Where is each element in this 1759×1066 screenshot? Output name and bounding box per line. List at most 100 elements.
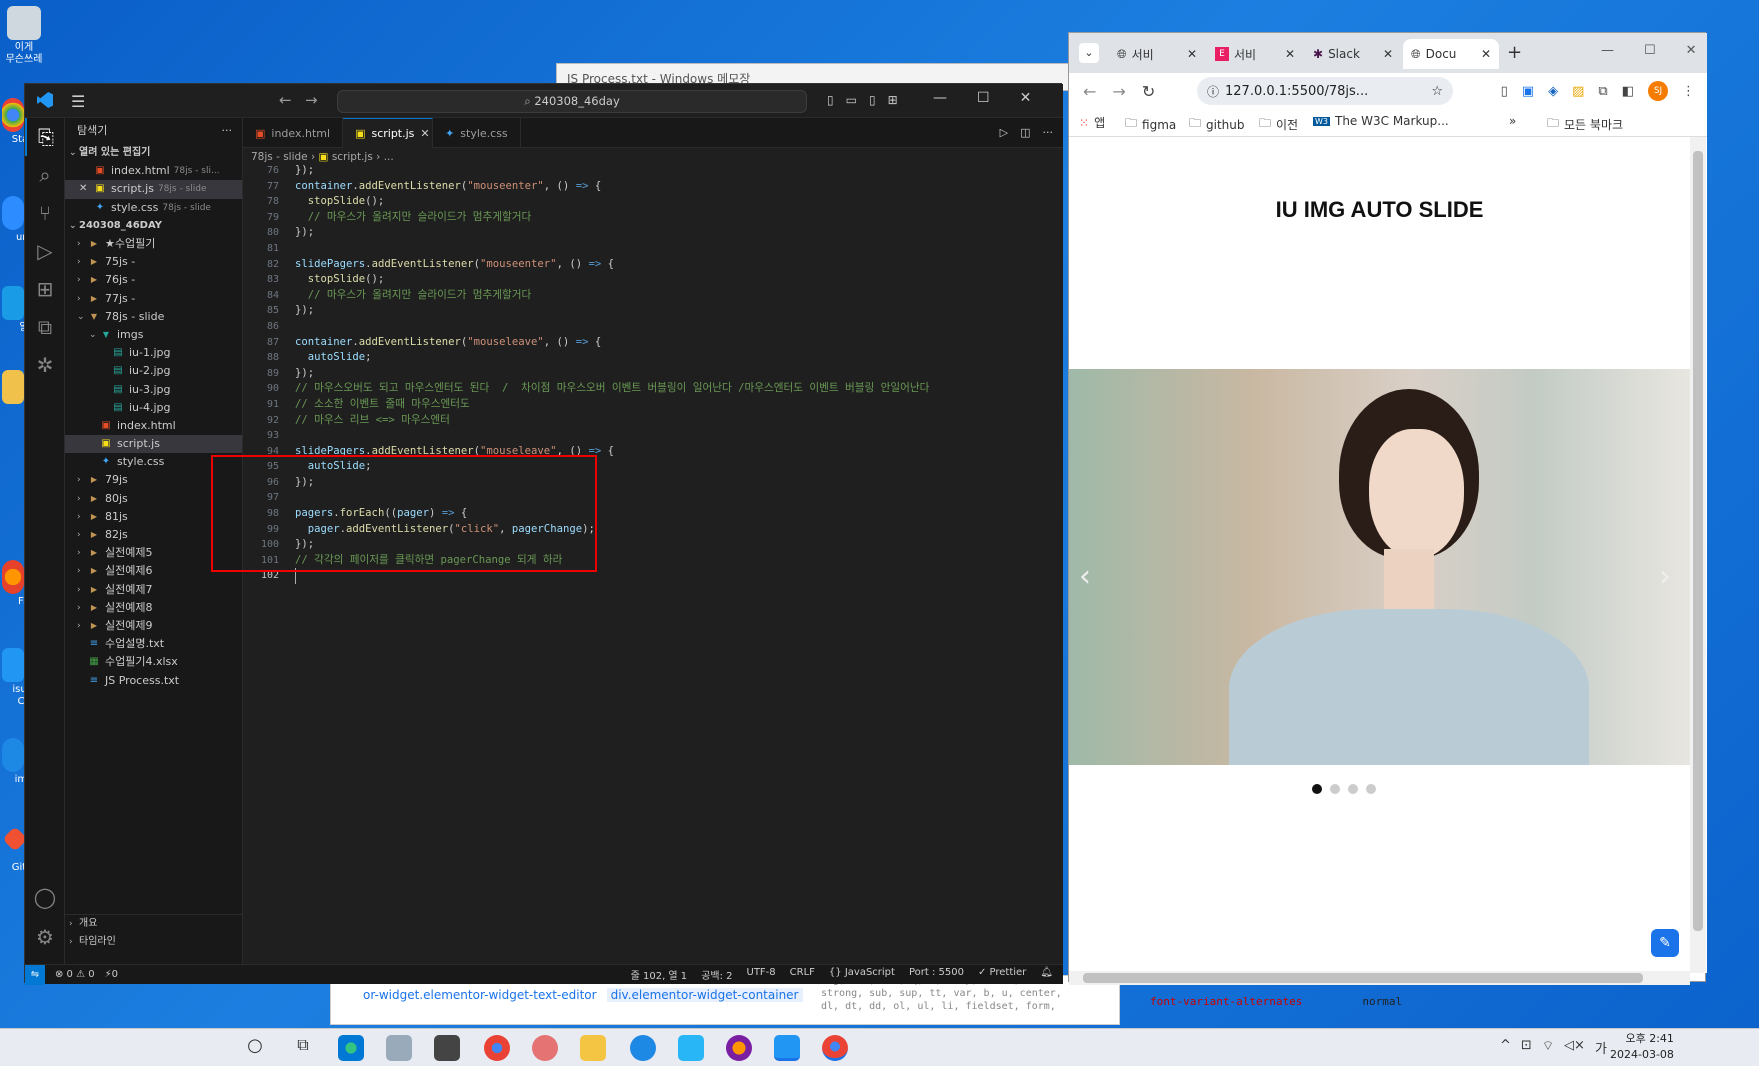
slide-pager-dot[interactable] (1348, 784, 1358, 794)
toggle-panel-icon[interactable]: ▭ (846, 93, 857, 107)
problems-indicator[interactable]: ⊗ 0 ⚠ 0 (55, 969, 95, 980)
remote-explorer-icon[interactable]: ⧉ (25, 308, 65, 346)
file-tree-item[interactable]: ⌄ ▼ imgs (65, 326, 242, 344)
bookmark-folder[interactable]: 🗀︎ figma (1125, 114, 1176, 135)
bookmark-folder[interactable]: 🗀︎ 이전 (1259, 114, 1298, 135)
vscode-taskbar-icon[interactable] (774, 1035, 800, 1061)
scrollbar-thumb[interactable] (1693, 151, 1703, 931)
maximize-button[interactable]: ☐ (1644, 43, 1656, 58)
open-editor-item[interactable]: ▣ index.html 78js - sli... (65, 162, 242, 180)
volume-icon[interactable]: ◁× (1564, 1038, 1585, 1057)
mail-icon[interactable] (434, 1035, 460, 1061)
file-tree-item[interactable]: › ▶ ★수업필기 (65, 235, 242, 253)
copilot-icon[interactable]: ✲ (25, 346, 65, 384)
run-icon[interactable]: ▷ (1000, 126, 1008, 139)
bookmark-apps[interactable]: ⁙ 앱 (1079, 114, 1105, 131)
search-view-icon[interactable]: ⌕ (25, 156, 65, 194)
prettier-status[interactable]: ✓ Prettier (978, 967, 1026, 982)
ie-icon[interactable] (630, 1035, 656, 1061)
side-panel-icon[interactable]: ◧ (1622, 84, 1634, 99)
forward-icon[interactable]: → (1112, 82, 1125, 101)
more-bookmarks-icon[interactable]: » (1509, 114, 1516, 128)
app-icon[interactable] (532, 1035, 558, 1061)
file-tree-item[interactable]: ⌄ ▼ 78js - slide (65, 308, 242, 326)
app-icon[interactable] (678, 1035, 704, 1061)
scrollbar-thumb[interactable] (1083, 973, 1643, 983)
devtools-crumb[interactable]: div.elementor-widget-container (606, 988, 803, 1002)
forward-arrow-icon[interactable]: → (305, 91, 318, 109)
explorer-icon[interactable]: ⎘ (25, 118, 65, 156)
tab-search-icon[interactable]: ⌄ (1079, 43, 1099, 63)
bookmark-folder[interactable]: 🗀︎ github (1189, 114, 1245, 135)
file-tree-item[interactable]: › ▶ 실전예제9 (65, 617, 242, 635)
file-tree-item[interactable]: ≡ JS Process.txt (65, 671, 242, 689)
slide-pager-dot[interactable] (1330, 784, 1340, 794)
chrome-menu-icon[interactable]: ⋮ (1682, 84, 1695, 99)
bookmark-star-icon[interactable]: ☆ (1431, 84, 1443, 99)
search-icon[interactable]: ○ (242, 1035, 268, 1061)
minimize-button[interactable]: — (933, 90, 947, 106)
close-tab-icon[interactable]: ✕ (1187, 47, 1197, 61)
workspace-header[interactable]: ⌄ 240308_46DAY (65, 217, 242, 235)
file-tree-item[interactable]: › ▶ 77js - (65, 290, 242, 308)
source-control-icon[interactable]: ⑂ (25, 194, 65, 232)
open-editors-header[interactable]: ⌄ 열려 있는 편집기 (65, 144, 242, 162)
file-tree-item[interactable]: ▤ iu-4.jpg (65, 399, 242, 417)
extensions-icon[interactable]: ⊞ (25, 270, 65, 308)
new-tab-button[interactable]: + (1507, 42, 1522, 63)
extension-icon[interactable]: ◈ (1548, 84, 1558, 99)
file-tree-item[interactable]: ▦ 수업필기4.xlsx (65, 653, 242, 671)
account-icon[interactable]: ◯ (25, 878, 65, 916)
edge-icon[interactable] (338, 1035, 364, 1061)
close-tab-icon[interactable]: ✕ (1285, 47, 1295, 61)
toggle-sidebar-icon[interactable]: ▯ (827, 93, 834, 107)
file-tree-item[interactable]: ▣ script.js (65, 435, 242, 454)
open-editor-item[interactable]: ✦ style.css 78js - slide (65, 199, 242, 217)
back-icon[interactable]: ← (1083, 82, 1096, 101)
file-tree-item[interactable]: ▤ iu-2.jpg (65, 362, 242, 380)
customize-layout-icon[interactable]: ⊞ (888, 93, 898, 107)
slide-pager-dot[interactable] (1312, 784, 1322, 794)
timeline-section[interactable]: › 타임라인 (65, 933, 243, 951)
chrome-tab[interactable]: E 서비 ✕ (1207, 39, 1303, 69)
chrome-taskbar-icon[interactable] (484, 1035, 510, 1061)
close-editor-icon[interactable]: ✕ (79, 180, 93, 198)
file-tree-item[interactable]: › ▶ 실전예제7 (65, 581, 242, 599)
chrome-window[interactable]: ⌄ 🌐︎ 서비 ✕ E 서비 ✕ ✱ Slack ✕ 🌐︎ Docu ✕ + —… (1068, 32, 1707, 985)
encoding[interactable]: UTF-8 (747, 967, 776, 982)
toggle-secondary-sidebar-icon[interactable]: ▯ (869, 93, 876, 107)
color-picker-icon[interactable]: ✎ (1651, 929, 1679, 957)
chrome-tab[interactable]: ✱ Slack ✕ (1305, 39, 1401, 69)
file-tree-item[interactable]: › ▶ 75js - (65, 253, 242, 271)
remote-indicator-icon[interactable]: ⇋ (25, 964, 45, 985)
app-icon[interactable] (386, 1035, 412, 1061)
tab-style-css[interactable]: ✦ style.css (433, 118, 521, 148)
tray-chevron-icon[interactable]: ^ (1500, 1038, 1511, 1057)
site-info-icon[interactable]: ⓘ (1207, 83, 1219, 100)
tab-script-js[interactable]: ▣ script.js ✕ (343, 118, 434, 148)
slide-prev-arrow-icon[interactable]: ‹ (1079, 559, 1091, 594)
file-tree-item[interactable]: › ▶ 실전예제8 (65, 599, 242, 617)
outline-section[interactable]: › 개요 (65, 915, 243, 933)
network-icon[interactable]: ⊡ (1521, 1038, 1532, 1057)
menu-icon[interactable]: ☰ (71, 92, 85, 111)
desktop-icon-recycle[interactable]: 이게 무슨쓰레 (2, 6, 46, 66)
run-debug-icon[interactable]: ▷ (25, 232, 65, 270)
all-bookmarks[interactable]: 🗀︎ 모든 북마크 (1547, 114, 1623, 135)
profile-avatar[interactable]: SJ (1648, 81, 1668, 101)
reload-icon[interactable]: ↻ (1142, 82, 1155, 101)
chrome-tab[interactable]: 🌐︎ 서비 ✕ (1109, 39, 1205, 69)
file-tree-item[interactable]: › ▶ 76js - (65, 271, 242, 289)
minimize-button[interactable]: — (1601, 43, 1614, 58)
task-view-icon[interactable]: ⧉ (290, 1035, 316, 1061)
back-arrow-icon[interactable]: ← (279, 91, 292, 109)
close-tab-icon[interactable]: ✕ (420, 127, 429, 140)
breadcrumb-item[interactable]: script.js (332, 151, 373, 163)
notifications-bell-icon[interactable]: 🔔︎ (1040, 967, 1053, 982)
devtools-crumb[interactable]: or-widget.elementor-widget-text-editor (363, 988, 597, 1002)
address-bar[interactable]: ⓘ 127.0.0.1:5500/78js... ☆ (1197, 77, 1453, 105)
more-icon[interactable]: ··· (1043, 126, 1054, 139)
tab-index-html[interactable]: ▣ index.html (243, 118, 344, 148)
open-editor-item[interactable]: ✕ ▣ script.js 78js - slide (65, 180, 242, 199)
bookmark-w3c[interactable]: W3 The W3C Markup... (1313, 114, 1449, 128)
